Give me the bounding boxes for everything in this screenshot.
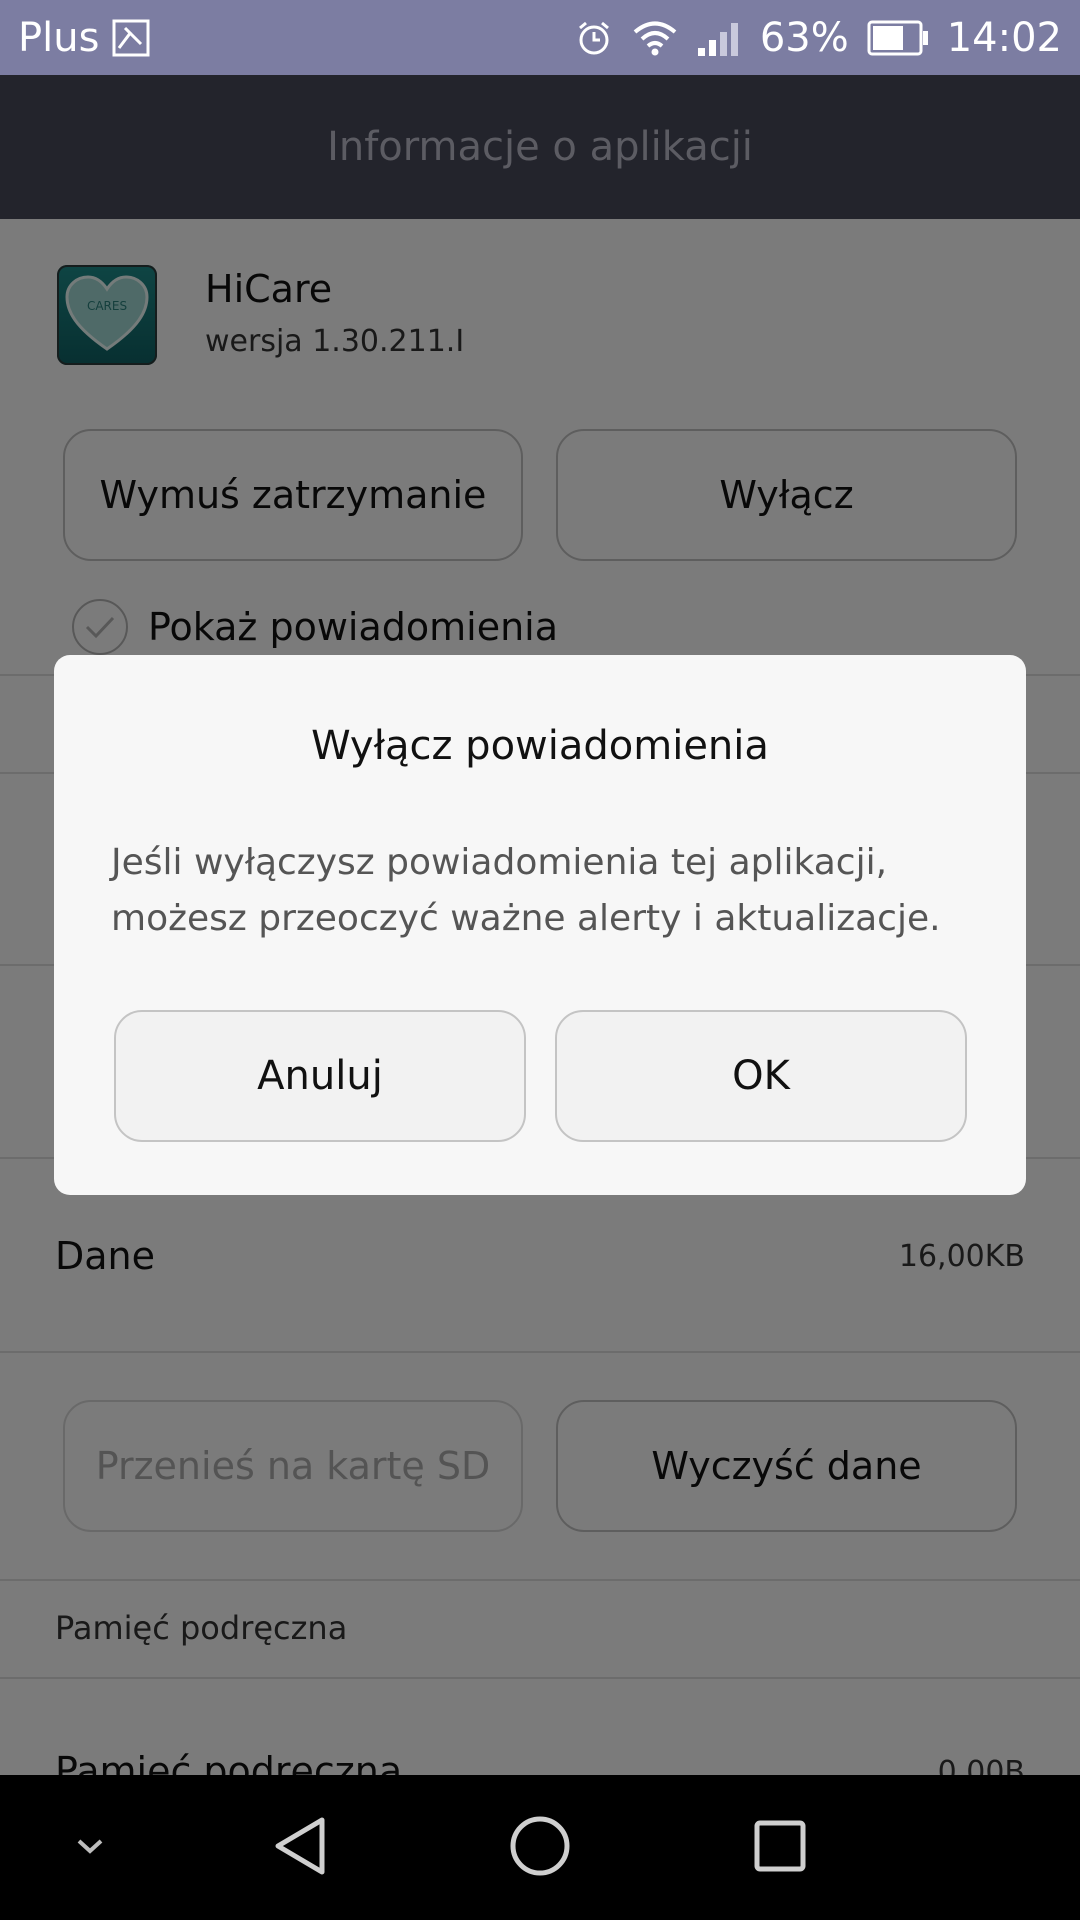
battery-icon bbox=[867, 20, 929, 56]
alarm-icon bbox=[574, 18, 614, 58]
nav-collapse-button[interactable] bbox=[50, 1775, 130, 1920]
back-button[interactable] bbox=[250, 1775, 350, 1920]
recents-button[interactable] bbox=[730, 1775, 830, 1920]
chevron-down-icon bbox=[75, 1836, 105, 1860]
dialog-message: Jeśli wyłączysz powiadomienia tej aplika… bbox=[111, 842, 941, 939]
signal-icon bbox=[696, 18, 742, 58]
clock: 14:02 bbox=[946, 14, 1062, 61]
disable-notifications-dialog: Wyłącz powiadomienia Jeśli wyłączysz pow… bbox=[54, 655, 1026, 1195]
carrier-name: Plus bbox=[18, 14, 100, 61]
navigation-bar bbox=[0, 1775, 1080, 1920]
home-circle-icon bbox=[509, 1815, 571, 1881]
home-button[interactable] bbox=[490, 1775, 590, 1920]
status-bar: Plus 63% 14:02 bbox=[0, 0, 1080, 75]
recents-square-icon bbox=[753, 1819, 807, 1877]
image-notification-icon bbox=[111, 18, 151, 58]
dialog-title: Wyłącz powiadomienia bbox=[311, 723, 769, 769]
wifi-icon bbox=[632, 18, 678, 58]
battery-percent: 63% bbox=[759, 14, 849, 61]
cancel-button[interactable]: Anuluj bbox=[114, 1010, 526, 1142]
back-triangle-icon bbox=[272, 1816, 328, 1880]
ok-button[interactable]: OK bbox=[555, 1010, 967, 1142]
